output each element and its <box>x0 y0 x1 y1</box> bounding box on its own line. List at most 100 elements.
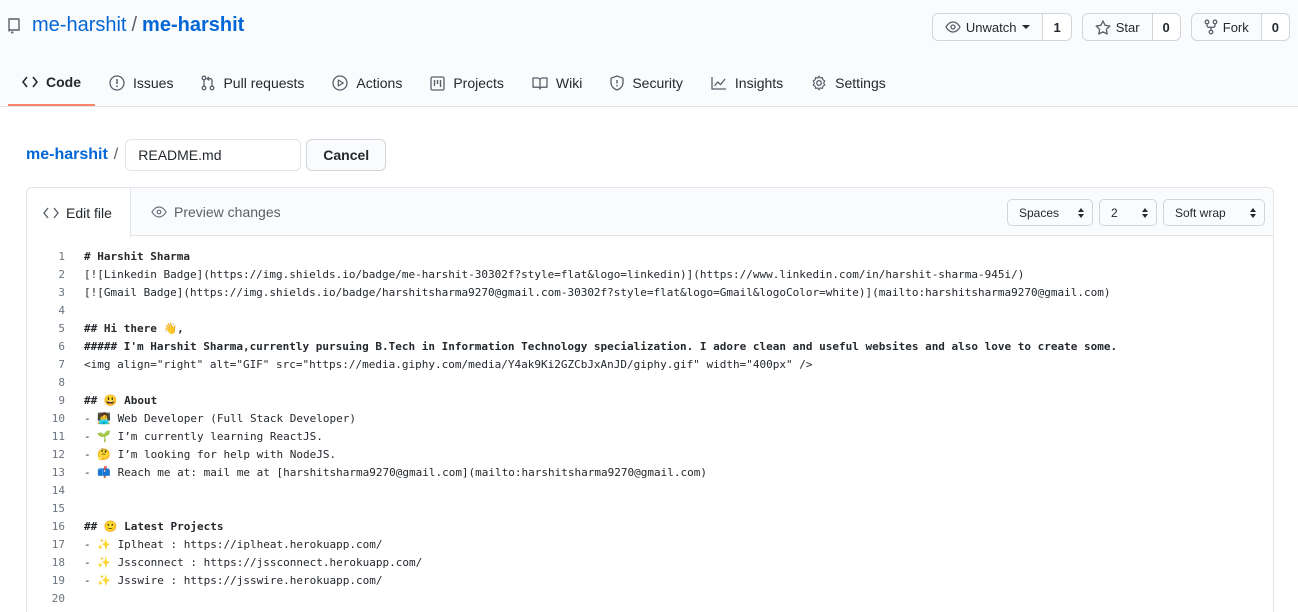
watch-count[interactable]: 1 <box>1043 14 1071 40</box>
unwatch-button[interactable]: Unwatch <box>933 14 1044 40</box>
tab-projects[interactable]: Projects <box>416 60 518 106</box>
repo-separator: / <box>131 14 138 36</box>
star-count[interactable]: 0 <box>1152 14 1180 40</box>
gear-icon <box>812 75 826 91</box>
line-content: - ✨ Jssconnect : https://jssconnect.hero… <box>84 556 423 569</box>
chevron-down-icon <box>1022 25 1031 29</box>
line-number: 2 <box>58 268 65 281</box>
line-number: 8 <box>58 376 65 389</box>
line-content: [![Gmail Badge](https://img.shields.io/b… <box>84 286 1111 299</box>
line-number: 1 <box>58 250 65 263</box>
shield-icon <box>610 75 624 91</box>
line-content <box>65 374 84 392</box>
code-icon <box>22 76 38 88</box>
edit-file-tab[interactable]: Edit file <box>27 188 131 237</box>
tab-projects-label: Projects <box>453 75 504 91</box>
code-line[interactable]: 14 <box>27 482 1273 500</box>
editor-toolbar: Edit file Preview changes Spaces 2 Soft … <box>27 188 1273 237</box>
graph-icon <box>711 77 726 90</box>
code-line[interactable]: 10 - 🧑‍💻 Web Developer (Full Stack Develo… <box>27 410 1273 428</box>
line-number: 15 <box>51 502 65 515</box>
unwatch-label: Unwatch <box>965 19 1017 35</box>
book-icon <box>532 77 548 90</box>
select-arrows-icon <box>1142 207 1148 218</box>
tab-insights[interactable]: Insights <box>697 60 797 106</box>
tab-issues[interactable]: Issues <box>95 60 187 106</box>
repo-owner-link[interactable]: me-harshit <box>32 14 126 37</box>
repo-icon <box>8 17 24 35</box>
select-arrows-icon <box>1250 207 1256 218</box>
repo-name-link[interactable]: me-harshit <box>142 14 244 37</box>
fork-button-group: Fork 0 <box>1190 13 1290 41</box>
tab-pull-requests[interactable]: Pull requests <box>187 60 318 106</box>
line-number: 17 <box>51 538 65 551</box>
issue-icon <box>109 75 125 91</box>
line-content: # Harshit Sharma <box>84 250 190 263</box>
star-button[interactable]: Star <box>1083 14 1153 40</box>
tab-insights-label: Insights <box>734 75 784 91</box>
code-line[interactable]: 6 ##### I'm Harshit Sharma,currently purs… <box>27 338 1273 356</box>
code-line[interactable]: 7 <img align="right" alt="GIF" src="https… <box>27 356 1273 374</box>
line-content: - 🤔 I’m looking for help with NodeJS. <box>84 448 337 461</box>
line-number: 18 <box>51 556 65 569</box>
line-content: - ✨ Jsswire : https://jsswire.herokuapp.… <box>84 574 383 587</box>
code-line[interactable]: 20 <box>27 590 1273 608</box>
line-content <box>65 482 84 500</box>
line-number: 6 <box>58 340 65 353</box>
code-line[interactable]: 9 ## 😃 About <box>27 392 1273 410</box>
eye-icon <box>945 21 961 33</box>
line-content: - 🧑‍💻 Web Developer (Full Stack Develope… <box>84 412 356 425</box>
code-line[interactable]: 11 - 🌱 I’m currently learning ReactJS. <box>27 428 1273 446</box>
tab-security[interactable]: Security <box>596 60 697 106</box>
line-content <box>65 590 84 608</box>
line-number: 12 <box>51 448 65 461</box>
line-content <box>65 302 84 320</box>
code-line[interactable]: 12 - 🤔 I’m looking for help with NodeJS. <box>27 446 1273 464</box>
code-line[interactable]: 13 - 📫 Reach me at: mail me at [harshitsh… <box>27 464 1273 482</box>
star-icon <box>1095 19 1111 35</box>
line-number: 13 <box>51 466 65 479</box>
fork-count[interactable]: 0 <box>1261 14 1289 40</box>
breadcrumb: me-harshit / Cancel <box>26 139 387 171</box>
code-line[interactable]: 8 <box>27 374 1273 392</box>
preview-changes-tab[interactable]: Preview changes <box>151 188 281 236</box>
repo-header: me-harshit / me-harshit Unwatch 1 Star 0… <box>0 0 1298 107</box>
code-editor-area[interactable]: 1 # Harshit Sharma 2 [![Linkedin Badge](htt… <box>27 248 1273 608</box>
code-line[interactable]: 4 <box>27 302 1273 320</box>
indent-mode-select[interactable]: Spaces <box>1007 199 1093 226</box>
wrap-mode-select[interactable]: Soft wrap <box>1163 199 1265 226</box>
code-line[interactable]: 16 ## 🙂 Latest Projects <box>27 518 1273 536</box>
preview-changes-label: Preview changes <box>174 204 281 220</box>
code-line[interactable]: 5 ## Hi there 👋, <box>27 320 1273 338</box>
wrap-mode-value: Soft wrap <box>1175 205 1226 220</box>
repo-nav-tabs: Code Issues Pull requests Actions Projec… <box>8 60 900 107</box>
select-arrows-icon <box>1078 207 1084 218</box>
code-line[interactable]: 2 [![Linkedin Badge](https://img.shields.… <box>27 266 1273 284</box>
tab-issues-label: Issues <box>133 75 174 91</box>
breadcrumb-repo-link[interactable]: me-harshit <box>26 146 108 164</box>
indent-size-select[interactable]: 2 <box>1099 199 1157 226</box>
filename-input[interactable] <box>125 139 302 171</box>
tab-actions[interactable]: Actions <box>318 60 416 106</box>
line-content: - 🌱 I’m currently learning ReactJS. <box>84 430 323 443</box>
file-editor: Edit file Preview changes Spaces 2 Soft … <box>26 187 1274 612</box>
code-line[interactable]: 1 # Harshit Sharma <box>27 248 1273 266</box>
line-number: 20 <box>51 592 65 605</box>
line-number: 3 <box>58 286 65 299</box>
tab-settings[interactable]: Settings <box>797 60 900 106</box>
code-line[interactable]: 18 - ✨ Jssconnect : https://jssconnect.he… <box>27 554 1273 572</box>
tab-code[interactable]: Code <box>8 60 95 106</box>
code-line[interactable]: 19 - ✨ Jsswire : https://jsswire.herokuap… <box>27 572 1273 590</box>
code-line[interactable]: 3 [![Gmail Badge](https://img.shields.io/… <box>27 284 1273 302</box>
line-number: 11 <box>51 430 65 443</box>
editor-options: Spaces 2 Soft wrap <box>1007 199 1265 226</box>
code-line[interactable]: 17 - ✨ Iplheat : https://iplheat.herokuap… <box>27 536 1273 554</box>
fork-label: Fork <box>1222 19 1249 35</box>
code-line[interactable]: 15 <box>27 500 1273 518</box>
tab-wiki[interactable]: Wiki <box>518 60 596 106</box>
star-label: Star <box>1115 19 1140 35</box>
cancel-button[interactable]: Cancel <box>306 139 387 171</box>
repo-actions: Unwatch 1 Star 0 Fork 0 <box>931 13 1290 41</box>
fork-button[interactable]: Fork <box>1192 14 1262 40</box>
tab-wiki-label: Wiki <box>555 75 583 91</box>
